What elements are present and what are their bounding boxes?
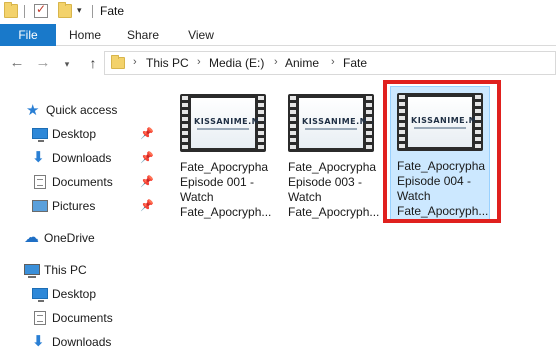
separator xyxy=(92,5,93,18)
star-icon: ★ xyxy=(26,102,40,119)
properties-icon[interactable] xyxy=(34,2,48,18)
pin-icon[interactable]: 📌 xyxy=(140,123,154,145)
folder-icon xyxy=(4,2,18,18)
nav-pc-desktop[interactable]: Desktop xyxy=(32,283,154,305)
download-icon: ⬇ xyxy=(32,333,45,350)
picture-icon xyxy=(32,200,48,212)
nav-quick-access[interactable]: ★ Quick access xyxy=(26,99,156,121)
breadcrumb-anime[interactable]: Anime xyxy=(285,56,319,70)
breadcrumb-this-pc[interactable]: This PC xyxy=(146,56,189,70)
document-icon xyxy=(34,175,46,189)
nav-quick-downloads[interactable]: ⬇ Downloads 📌 xyxy=(32,147,154,169)
video-thumbnail-icon: KISSANIME.ME xyxy=(397,93,483,151)
breadcrumb-media[interactable]: Media (E:) xyxy=(209,56,264,70)
breadcrumb-separator-icon[interactable]: › xyxy=(274,56,278,68)
pin-icon[interactable]: 📌 xyxy=(140,147,154,169)
nav-pc-documents[interactable]: Documents xyxy=(32,307,154,329)
customize-toolbar-chevron-icon[interactable]: ▾ xyxy=(77,5,82,16)
nav-pc-downloads[interactable]: ⬇ Downloads xyxy=(32,331,154,353)
download-icon: ⬇ xyxy=(32,149,45,166)
monitor-icon xyxy=(32,128,48,142)
folder-icon xyxy=(111,55,125,69)
pin-icon[interactable]: 📌 xyxy=(140,171,154,193)
title-bar: ▾ Fate xyxy=(0,0,556,24)
file-name: Fate_Apocrypha Episode 004 - Watch Fate_… xyxy=(397,159,489,218)
file-name: Fate_Apocrypha Episode 003 - Watch Fate_… xyxy=(288,160,380,219)
video-thumbnail-icon: KISSANIME.ME xyxy=(180,94,266,152)
computer-icon xyxy=(24,264,40,278)
breadcrumb-fate[interactable]: Fate xyxy=(343,56,367,70)
document-icon xyxy=(34,311,46,325)
breadcrumb-separator-icon[interactable]: › xyxy=(133,56,137,68)
monitor-icon xyxy=(32,288,48,302)
nav-quick-documents[interactable]: Documents 📌 xyxy=(32,171,154,193)
cloud-icon: ☁ xyxy=(24,229,39,246)
tab-view[interactable]: View xyxy=(172,24,230,46)
breadcrumb-separator-icon[interactable]: › xyxy=(331,56,335,68)
up-arrow-icon[interactable]: ↑ xyxy=(84,54,102,72)
thumbnail-brand: KISSANIME.ME xyxy=(411,116,484,125)
tab-file[interactable]: File xyxy=(0,24,56,46)
thumbnail-brand: KISSANIME.ME xyxy=(194,117,267,126)
file-tile[interactable]: KISSANIME.ME Fate_Apocrypha Episode 003 … xyxy=(282,88,382,224)
pin-icon[interactable]: 📌 xyxy=(140,195,154,217)
nav-quick-desktop[interactable]: Desktop 📌 xyxy=(32,123,154,145)
file-tile-selected[interactable]: KISSANIME.ME Fate_Apocrypha Episode 004 … xyxy=(390,86,490,222)
recent-locations-chevron-icon[interactable]: ▾ xyxy=(58,55,76,73)
ribbon-tabs: File Home Share View xyxy=(0,24,556,46)
file-list: KISSANIME.ME Fate_Apocrypha Episode 001 … xyxy=(158,80,556,360)
file-tile[interactable]: KISSANIME.ME Fate_Apocrypha Episode 001 … xyxy=(174,88,274,224)
thumbnail-brand: KISSANIME.ME xyxy=(302,117,375,126)
window-title: Fate xyxy=(100,4,125,18)
back-arrow-icon[interactable]: ← xyxy=(8,54,26,72)
separator xyxy=(24,5,25,18)
nav-quick-pictures[interactable]: Pictures 📌 xyxy=(32,195,154,217)
video-thumbnail-icon: KISSANIME.ME xyxy=(288,94,374,152)
file-name: Fate_Apocrypha Episode 001 - Watch Fate_… xyxy=(180,160,272,219)
navigation-pane: ★ Quick access Desktop 📌 ⬇ Downloads 📌 D… xyxy=(0,80,158,360)
tab-home[interactable]: Home xyxy=(56,24,114,46)
forward-arrow-icon[interactable]: → xyxy=(34,54,52,72)
nav-onedrive[interactable]: ☁ OneDrive xyxy=(24,227,154,249)
nav-this-pc[interactable]: This PC xyxy=(24,259,154,281)
breadcrumb-separator-icon[interactable]: › xyxy=(197,56,201,68)
address-bar[interactable]: › This PC › Media (E:) › Anime › Fate xyxy=(104,51,556,75)
navigation-bar: ← → ▾ ↑ › This PC › Media (E:) › Anime ›… xyxy=(0,46,556,80)
tab-share[interactable]: Share xyxy=(114,24,172,46)
new-folder-icon[interactable] xyxy=(58,2,72,18)
